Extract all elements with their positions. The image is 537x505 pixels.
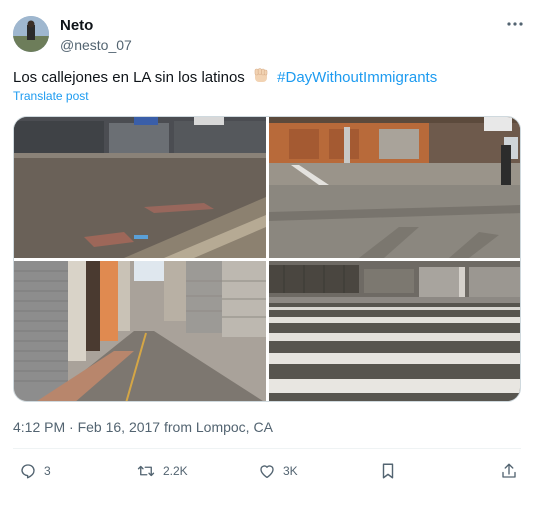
tweet-card: Neto @nesto_07 Los callejones en LA sin … (0, 0, 537, 505)
avatar[interactable] (13, 16, 49, 52)
bookmark-button[interactable] (380, 460, 396, 482)
post-timestamp[interactable]: 4:12 PM · Feb 16, 2017 from Lompoc, CA (13, 419, 273, 436)
divider (13, 448, 521, 449)
tweet-body: Los callejones en LA sin los latinos (13, 69, 245, 86)
translate-post-link[interactable]: Translate post (13, 89, 89, 104)
media-grid (13, 116, 521, 402)
hashtag-link[interactable]: #DayWithoutImmigrants (277, 69, 437, 86)
repost-button[interactable]: 2.2K (136, 460, 188, 482)
photo-storefront-corner[interactable] (269, 117, 520, 258)
raised-fist-icon (251, 66, 271, 92)
reply-count: 3 (44, 464, 51, 478)
reply-button[interactable]: 3 (19, 460, 51, 482)
repost-count: 2.2K (163, 464, 188, 478)
photo-empty-alley[interactable] (14, 261, 266, 401)
more-dots-icon (507, 22, 523, 26)
share-icon (502, 463, 516, 478)
reply-icon (21, 464, 35, 479)
repost-icon (137, 465, 155, 477)
heart-icon (260, 465, 274, 479)
photo-empty-street[interactable] (14, 117, 266, 258)
like-button[interactable]: 3K (258, 460, 298, 482)
bookmark-icon (382, 463, 394, 479)
photo-empty-crosswalk[interactable] (269, 261, 520, 401)
like-count: 3K (283, 464, 298, 478)
author-handle[interactable]: @nesto_07 (60, 37, 132, 54)
author-name[interactable]: Neto (60, 17, 93, 35)
share-button[interactable] (500, 460, 518, 482)
more-options-button[interactable] (505, 14, 525, 34)
